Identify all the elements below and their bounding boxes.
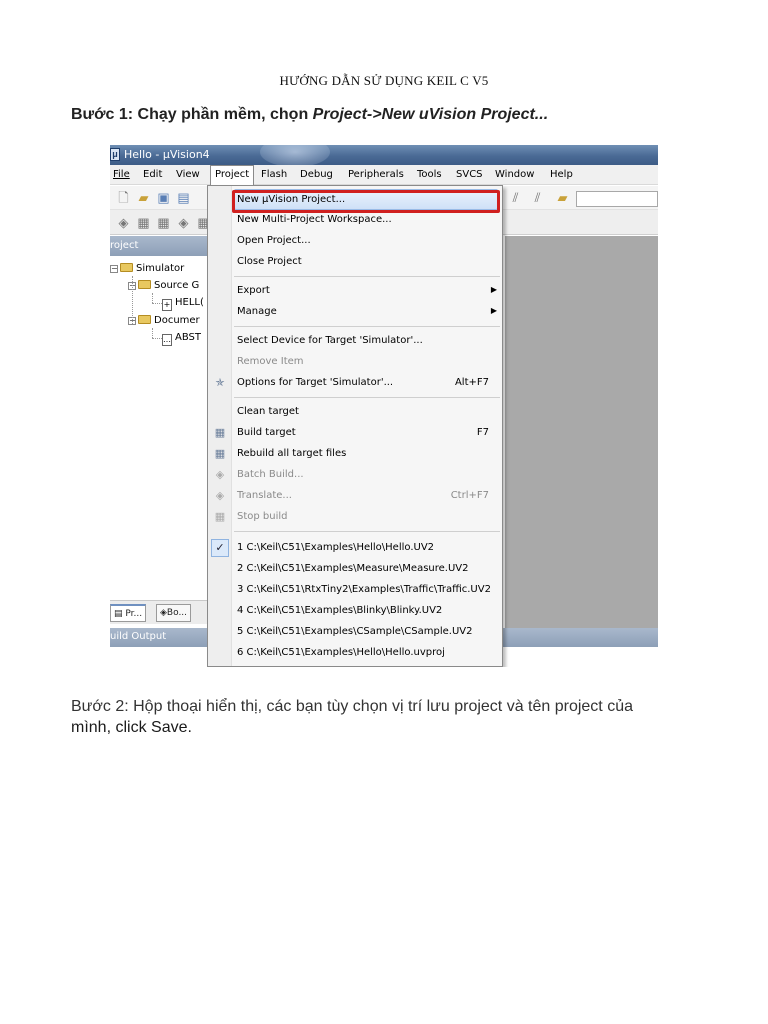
indent-icon[interactable]: ⫽: [508, 190, 523, 205]
menu-separator: [234, 397, 500, 398]
menu-item-batch-build[interactable]: ◈ Batch Build...: [208, 465, 502, 486]
tree-file-hello-label: HELL(: [175, 297, 204, 308]
menu-svcs[interactable]: SVCS: [456, 169, 483, 180]
menu-edit[interactable]: Edit: [143, 169, 162, 180]
tree-line: [152, 303, 162, 304]
tree-line: [152, 293, 153, 303]
save-all-icon[interactable]: ▤: [176, 190, 191, 205]
collapse-icon[interactable]: −: [110, 265, 118, 273]
tree-line: [152, 338, 162, 339]
menu-item-recent-5[interactable]: 5 C:\Keil\C51\Examples\CSample\CSample.U…: [208, 622, 502, 643]
app-logo-icon: μ: [110, 148, 120, 161]
menu-item-translate[interactable]: ◈ Translate... Ctrl+F7: [208, 486, 502, 507]
step-2-text: Bước 2: Hộp thoại hiển thị, các bạn tùy …: [71, 696, 691, 738]
menubar: File Edit View Project Flash Debug Perip…: [110, 165, 658, 185]
menu-item-clean-target[interactable]: Clean target: [208, 402, 502, 423]
project-panel-header: roject: [110, 236, 208, 256]
menu-view[interactable]: View: [176, 169, 200, 180]
menu-item-recent-4[interactable]: 4 C:\Keil\C51\Examples\Blinky\Blinky.UV2: [208, 601, 502, 622]
step-2-line-2: mình, click Save.: [71, 719, 192, 736]
editor-area: [505, 236, 658, 628]
menu-item-recent-2[interactable]: 2 C:\Keil\C51\Examples\Measure\Measure.U…: [208, 559, 502, 580]
menu-item-recent-1[interactable]: ✓ 1 C:\Keil\C51\Examples\Hello\Hello.UV2: [208, 538, 502, 559]
step-1-menu-path: Project->New uVision Project...: [312, 106, 549, 123]
menu-item-recent-3[interactable]: 3 C:\Keil\C51\RtxTiny2\Examples\Traffic\…: [208, 580, 502, 601]
menu-file[interactable]: File: [113, 169, 130, 180]
browse-icon[interactable]: ▰: [555, 190, 570, 205]
build-icon: ▦: [214, 426, 226, 439]
menu-item-export[interactable]: Export ▶: [208, 281, 502, 302]
tree-line: [132, 276, 133, 324]
menu-item-rebuild-all[interactable]: ▦ Rebuild all target files: [208, 444, 502, 465]
tree-root-label: Simulator: [136, 263, 185, 274]
unindent-icon[interactable]: ⫽: [530, 190, 545, 205]
menu-item-options-for-target[interactable]: ✯ Options for Target 'Simulator'... Alt+F7: [208, 373, 502, 394]
stop-build-icon: ▦: [214, 510, 226, 523]
new-file-icon[interactable]: 🗋: [116, 190, 131, 205]
rebuild-tool-icon[interactable]: ▦: [156, 215, 171, 230]
doc-title: HƯỚNG DẪN SỬ DỤNG KEIL C V5: [279, 73, 489, 88]
menu-item-select-device[interactable]: Select Device for Target 'Simulator'...: [208, 331, 502, 352]
menu-debug[interactable]: Debug: [300, 169, 333, 180]
menu-item-new-multi-project-workspace[interactable]: New Multi-Project Workspace...: [208, 210, 502, 231]
step-2-line-1: Bước 2: Hộp thoại hiển thị, các bạn tùy …: [71, 698, 633, 715]
keil-screenshot: μ Hello - µVision4 File Edit View Projec…: [110, 145, 658, 667]
batch-build-icon: ◈: [215, 468, 225, 481]
project-tab-icon: ▤: [114, 609, 126, 619]
window-titlebar: μ Hello - µVision4: [110, 145, 658, 167]
menu-separator: [234, 531, 500, 532]
menu-separator: [234, 276, 500, 277]
c-file-icon: +: [162, 299, 172, 311]
menu-window[interactable]: Window: [495, 169, 534, 180]
menu-item-build-target[interactable]: ▦ Build target F7: [208, 423, 502, 444]
titlebar-glow: [260, 145, 330, 167]
menu-item-stop-build[interactable]: ▦ Stop build: [208, 507, 502, 528]
tab-books[interactable]: ◈Bo...: [156, 604, 192, 622]
text-file-icon: …: [162, 334, 172, 346]
tab-project[interactable]: ▤ Pr...: [110, 604, 147, 622]
menu-flash[interactable]: Flash: [261, 169, 287, 180]
menu-item-close-project[interactable]: Close Project: [208, 252, 502, 273]
submenu-arrow-icon: ▶: [490, 285, 497, 294]
tree-group-docs[interactable]: − Documer: [128, 315, 200, 326]
rebuild-icon: ▦: [214, 447, 226, 460]
tree-group-source[interactable]: − Source G: [128, 280, 199, 291]
options-wand-icon: ✯: [215, 376, 225, 389]
bottom-tabs: ▤ Pr... ◈Bo...: [110, 600, 208, 624]
toolbar-search-input[interactable]: [576, 191, 658, 207]
menu-help[interactable]: Help: [550, 169, 573, 180]
books-tab-icon: ◈: [160, 608, 167, 618]
tree-line: [152, 328, 153, 338]
window-title: Hello - µVision4: [124, 148, 210, 161]
menu-project[interactable]: Project: [210, 165, 255, 185]
batch-tool-icon[interactable]: ◈: [176, 215, 191, 230]
folder-icon: [138, 315, 151, 324]
translate-tool-icon[interactable]: ◈: [116, 215, 131, 230]
tree-group-docs-label: Documer: [154, 315, 200, 326]
build-tool-icon[interactable]: ▦: [136, 215, 151, 230]
submenu-arrow-icon: ▶: [490, 306, 497, 315]
menu-tools[interactable]: Tools: [417, 169, 442, 180]
tree-root[interactable]: − Simulator: [110, 263, 184, 274]
project-dropdown-menu: New µVision Project... New Multi-Project…: [207, 185, 503, 667]
menu-item-remove-item[interactable]: Remove Item: [208, 352, 502, 373]
tree-group-source-label: Source G: [154, 280, 200, 291]
menu-item-manage[interactable]: Manage ▶: [208, 302, 502, 323]
tree-file-abstract[interactable]: … ABST: [162, 332, 201, 346]
menu-item-open-project[interactable]: Open Project...: [208, 231, 502, 252]
menu-separator: [234, 326, 500, 327]
tree-file-hello[interactable]: + HELL(: [162, 297, 204, 311]
save-icon[interactable]: ▣: [156, 190, 171, 205]
menu-peripherals[interactable]: Peripherals: [348, 169, 404, 180]
check-icon: ✓: [211, 539, 229, 557]
translate-icon: ◈: [215, 489, 225, 502]
tree-file-abstract-label: ABST: [175, 332, 201, 343]
menu-item-recent-6[interactable]: 6 C:\Keil\C51\Examples\Hello\Hello.uvpro…: [208, 643, 502, 664]
highlight-annotation-box: [232, 190, 500, 213]
open-folder-icon[interactable]: ▰: [136, 190, 151, 205]
folder-icon: [138, 280, 151, 289]
step-1-text: Bước 1: Chạy phần mềm, chọn Project->New…: [71, 106, 548, 124]
target-folder-icon: [120, 263, 133, 272]
step-1-prefix: Bước 1: Chạy phần mềm, chọn: [71, 106, 313, 123]
